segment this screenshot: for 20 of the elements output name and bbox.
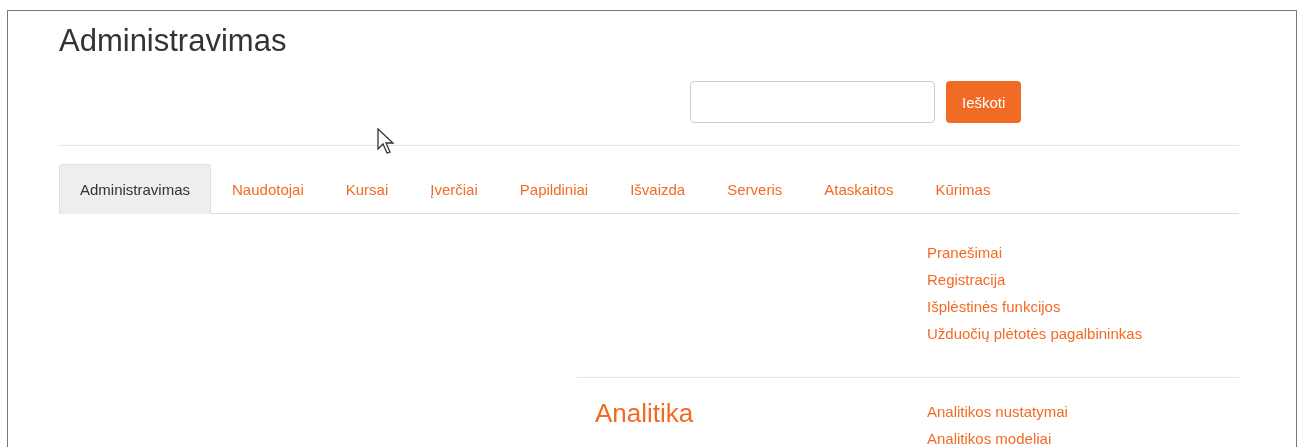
tab[interactable]: Įverčiai (409, 164, 499, 213)
section-heading: Analitika (595, 398, 695, 429)
tab[interactable]: Išvaizda (609, 164, 707, 213)
tab[interactable]: Ataskaitos (803, 164, 915, 213)
tab[interactable]: Serveris (706, 164, 804, 213)
tab[interactable]: Kursai (324, 164, 410, 213)
tab[interactable]: Kūrimas (914, 164, 1012, 213)
admin-link[interactable]: Analitikos modeliai (927, 425, 1052, 447)
search-button[interactable]: Ieškoti (946, 81, 1022, 123)
page-title: Administravimas (59, 22, 288, 59)
search-field[interactable] (690, 81, 935, 123)
tab[interactable]: Papildiniai (498, 164, 610, 213)
tab[interactable]: Administravimas (59, 164, 212, 214)
admin-link[interactable]: Pranešimai (927, 239, 1003, 266)
admin-link[interactable]: Užduočių plėtotės pagalbininkas (927, 320, 1143, 347)
admin-link[interactable]: Registracija (927, 266, 1006, 293)
tab[interactable]: Naudotojai (211, 164, 325, 213)
cursor-icon (377, 128, 395, 155)
admin-link[interactable]: Išplėstinės funkcijos (927, 293, 1061, 320)
admin-link[interactable]: Analitikos nustatymai (927, 398, 1068, 425)
